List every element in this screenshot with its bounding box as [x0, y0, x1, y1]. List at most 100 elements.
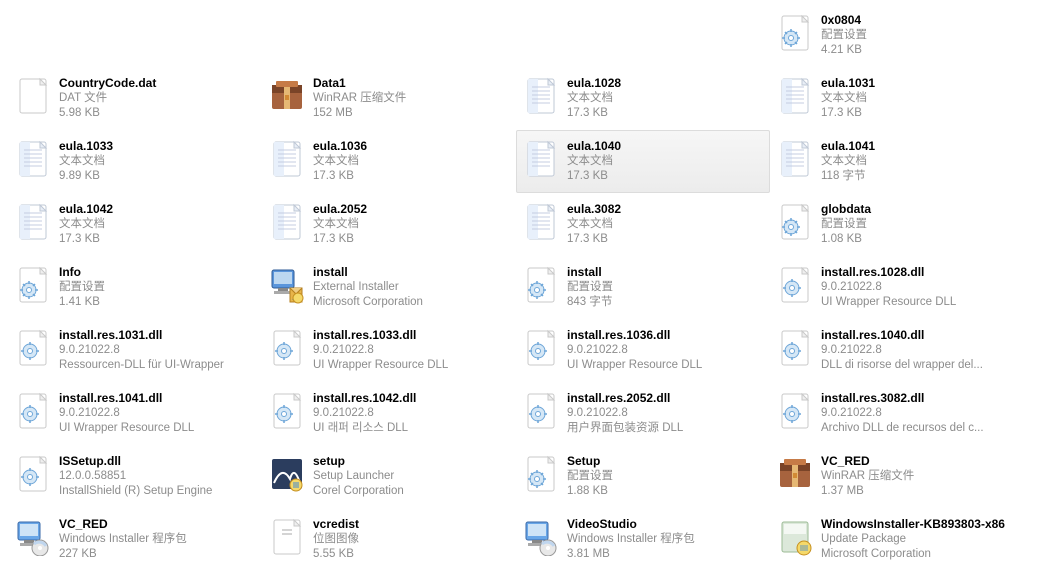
file-info: setupSetup LauncherCorel Corporation [313, 452, 511, 499]
file-type: 9.0.21022.8 [313, 343, 511, 358]
file-name: install.res.1033.dll [313, 328, 511, 343]
dll-icon [775, 389, 815, 433]
update-icon [775, 515, 815, 559]
file-info: Info配置设置1.41 KB [59, 263, 257, 310]
file-item[interactable]: Data1WinRAR 压缩文件152 MB [262, 67, 516, 130]
file-item[interactable]: install.res.1036.dll9.0.21022.8UI Wrappe… [516, 319, 770, 382]
file-info: install.res.2052.dll9.0.21022.8用户界面包装资源 … [567, 389, 765, 436]
file-info: WindowsInstaller-KB893803-x86Update Pack… [821, 515, 1019, 562]
file-type: 文本文档 [567, 91, 765, 106]
file-name: eula.1041 [821, 139, 1019, 154]
file-size: 227 KB [59, 547, 257, 562]
file-item[interactable]: install.res.1042.dll9.0.21022.8UI 래퍼 리소스… [262, 382, 516, 445]
file-size: 用户界面包装资源 DLL [567, 421, 765, 436]
file-size: 4.21 KB [821, 43, 1019, 58]
file-item[interactable]: setupSetup LauncherCorel Corporation [262, 445, 516, 508]
text-icon [775, 137, 815, 181]
file-name: install.res.3082.dll [821, 391, 1019, 406]
file-size: 9.89 KB [59, 169, 257, 184]
file-item[interactable]: install.res.1040.dll9.0.21022.8DLL di ri… [770, 319, 1024, 382]
file-type: Update Package [821, 532, 1019, 547]
file-item[interactable]: installExternal InstallerMicrosoft Corpo… [262, 256, 516, 319]
file-name: eula.3082 [567, 202, 765, 217]
file-info: install.res.1033.dll9.0.21022.8UI Wrappe… [313, 326, 511, 373]
installer-icon [267, 263, 307, 307]
file-type: DAT 文件 [59, 91, 257, 106]
file-item[interactable]: eula.1041文本文档118 字节 [770, 130, 1024, 193]
file-type: 文本文档 [567, 154, 765, 169]
file-size: Microsoft Corporation [313, 295, 511, 310]
file-size: 843 字节 [567, 295, 765, 310]
file-item[interactable]: VC_REDWinRAR 压缩文件1.37 MB [770, 445, 1024, 508]
file-type: Windows Installer 程序包 [567, 532, 765, 547]
file-item[interactable]: VC_REDWindows Installer 程序包227 KB [8, 508, 262, 571]
file-name: VC_RED [821, 454, 1019, 469]
file-info: Setup配置设置1.88 KB [567, 452, 765, 499]
file-size: 17.3 KB [821, 106, 1019, 121]
file-item[interactable]: WindowsInstaller-KB893803-x86Update Pack… [770, 508, 1024, 571]
file-info: install.res.1028.dll9.0.21022.8UI Wrappe… [821, 263, 1019, 310]
file-info: install配置设置843 字节 [567, 263, 765, 310]
file-name: install.res.1031.dll [59, 328, 257, 343]
msi-icon [13, 515, 53, 559]
file-item[interactable]: CountryCode.datDAT 文件5.98 KB [8, 67, 262, 130]
setup-icon [267, 452, 307, 496]
file-item[interactable]: install.res.1028.dll9.0.21022.8UI Wrappe… [770, 256, 1024, 319]
file-info: eula.1040文本文档17.3 KB [567, 137, 765, 184]
file-item[interactable]: Info配置设置1.41 KB [8, 256, 262, 319]
file-item[interactable]: install.res.1031.dll9.0.21022.8Ressource… [8, 319, 262, 382]
text-icon [267, 200, 307, 244]
file-item[interactable]: eula.1042文本文档17.3 KB [8, 193, 262, 256]
file-grid: 0x0804配置设置4.21 KB CountryCode.datDAT 文件5.… [8, 4, 1031, 571]
file-info: VC_REDWinRAR 压缩文件1.37 MB [821, 452, 1019, 499]
file-item[interactable]: eula.1031文本文档17.3 KB [770, 67, 1024, 130]
file-name: install.res.1042.dll [313, 391, 511, 406]
config-icon [775, 11, 815, 55]
file-item[interactable]: eula.3082文本文档17.3 KB [516, 193, 770, 256]
file-item[interactable]: install.res.2052.dll9.0.21022.8用户界面包装资源 … [516, 382, 770, 445]
file-size: 5.98 KB [59, 106, 257, 121]
file-name: CountryCode.dat [59, 76, 257, 91]
file-type: 文本文档 [59, 217, 257, 232]
file-item[interactable]: eula.1040文本文档17.3 KB [516, 130, 770, 193]
file-info: VideoStudioWindows Installer 程序包3.81 MB [567, 515, 765, 562]
file-type: 文本文档 [567, 217, 765, 232]
file-info: install.res.1042.dll9.0.21022.8UI 래퍼 리소스… [313, 389, 511, 436]
file-type: 9.0.21022.8 [821, 406, 1019, 421]
dll-icon [775, 326, 815, 370]
file-item[interactable]: eula.1028文本文档17.3 KB [516, 67, 770, 130]
file-name: eula.1040 [567, 139, 765, 154]
file-item[interactable]: VideoStudioWindows Installer 程序包3.81 MB [516, 508, 770, 571]
file-info: eula.1042文本文档17.3 KB [59, 200, 257, 247]
file-item[interactable]: eula.1033文本文档9.89 KB [8, 130, 262, 193]
file-name: eula.1028 [567, 76, 765, 91]
file-size: 17.3 KB [567, 169, 765, 184]
file-item[interactable]: ISSetup.dll12.0.0.58851InstallShield (R)… [8, 445, 262, 508]
file-item[interactable]: install.res.1033.dll9.0.21022.8UI Wrappe… [262, 319, 516, 382]
file-item[interactable]: Setup配置设置1.88 KB [516, 445, 770, 508]
file-item[interactable]: install.res.1041.dll9.0.21022.8UI Wrappe… [8, 382, 262, 445]
archive-icon [267, 74, 307, 118]
bitmap-icon [267, 515, 307, 559]
file-info: install.res.1040.dll9.0.21022.8DLL di ri… [821, 326, 1019, 373]
file-item[interactable]: vcredist位图图像5.55 KB [262, 508, 516, 571]
file-item[interactable]: 0x0804配置设置4.21 KB [770, 4, 1024, 67]
dll-icon [13, 326, 53, 370]
file-item[interactable]: eula.1036文本文档17.3 KB [262, 130, 516, 193]
text-icon [521, 200, 561, 244]
file-type: 文本文档 [59, 154, 257, 169]
text-icon [267, 137, 307, 181]
file-type: 文本文档 [313, 154, 511, 169]
text-icon [13, 137, 53, 181]
file-size: 17.3 KB [313, 169, 511, 184]
file-size: 17.3 KB [59, 232, 257, 247]
file-item[interactable]: eula.2052文本文档17.3 KB [262, 193, 516, 256]
file-type: 12.0.0.58851 [59, 469, 257, 484]
file-type: 配置设置 [567, 280, 765, 295]
file-item[interactable]: install.res.3082.dll9.0.21022.8Archivo D… [770, 382, 1024, 445]
file-item[interactable]: install配置设置843 字节 [516, 256, 770, 319]
file-name: Setup [567, 454, 765, 469]
file-type: 9.0.21022.8 [59, 406, 257, 421]
file-item[interactable]: globdata配置设置1.08 KB [770, 193, 1024, 256]
file-name: eula.1031 [821, 76, 1019, 91]
